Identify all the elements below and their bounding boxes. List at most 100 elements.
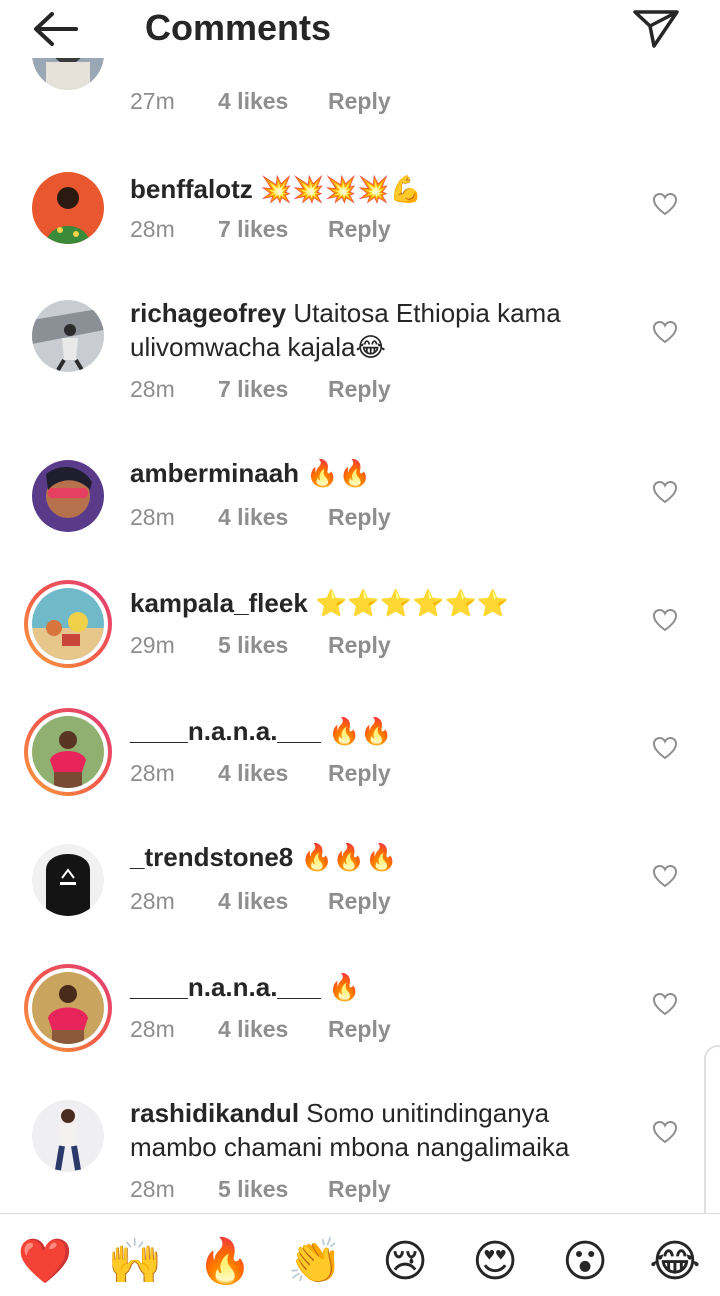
comment-likes[interactable]: 4 likes	[218, 86, 328, 116]
page-title: Comments	[145, 7, 332, 48]
heart-outline-icon	[652, 320, 678, 344]
reply-button[interactable]: Reply	[328, 374, 391, 404]
comment-likes[interactable]: 4 likes	[218, 758, 328, 788]
comment-username[interactable]: richageofrey	[130, 298, 286, 328]
comment-likes[interactable]: 7 likes	[218, 214, 328, 244]
comment-likes[interactable]: 5 likes	[218, 630, 328, 660]
comment-username[interactable]: rashidikandul	[130, 1098, 299, 1128]
comment-text: ____n.a.n.a.___ 🔥	[130, 970, 630, 1005]
avatar	[32, 588, 104, 660]
comment-text: benffalotz 💥💥💥💥💪	[130, 172, 630, 207]
comment-meta: 28m 4 likes Reply	[130, 886, 391, 916]
comment-meta: 28m 7 likes Reply	[130, 214, 391, 244]
comment-likes[interactable]: 7 likes	[218, 374, 328, 404]
comment-meta: 28m 5 likes Reply	[130, 1174, 391, 1204]
comment-time: 28m	[130, 1016, 175, 1042]
comment-username[interactable]: ____n.a.n.a.___	[130, 972, 321, 1002]
like-button[interactable]	[652, 736, 678, 760]
comment-time: 28m	[130, 504, 175, 530]
heart-outline-icon	[652, 736, 678, 760]
heart-outline-icon	[652, 608, 678, 632]
reply-button[interactable]: Reply	[328, 86, 391, 116]
like-button[interactable]	[652, 192, 678, 216]
heart-outline-icon	[652, 864, 678, 888]
like-button[interactable]	[652, 608, 678, 632]
avatar[interactable]	[32, 172, 104, 244]
comment-text: richageofrey Utaitosa Ethiopia kama uliv…	[130, 296, 630, 365]
heart-outline-icon	[652, 992, 678, 1016]
reaction-crying-emoji[interactable]: 😢	[377, 1234, 433, 1290]
reaction-fire-emoji[interactable]: 🔥	[197, 1234, 253, 1290]
comment-emoji: 🔥🔥	[306, 459, 372, 489]
avatar[interactable]	[32, 844, 104, 916]
like-button[interactable]	[652, 480, 678, 504]
comment-time: 27m	[130, 88, 175, 114]
avatar[interactable]	[32, 58, 104, 90]
avatar-story-ring[interactable]	[24, 708, 112, 796]
comment-time: 28m	[130, 216, 175, 242]
comment-time: 28m	[130, 376, 175, 402]
like-button[interactable]	[652, 1120, 678, 1144]
comment-emoji: 🔥🔥🔥	[300, 843, 398, 873]
reaction-heart-eyes-emoji[interactable]: 😍	[467, 1234, 523, 1290]
comment-time: 28m	[130, 1176, 175, 1202]
comment-text: _trendstone8 🔥🔥🔥	[130, 840, 630, 875]
comment-emoji: 🔥	[328, 973, 361, 1003]
comment-emoji: 💥💥💥💥💪	[260, 175, 422, 205]
comment-meta: 27m 4 likes Reply	[130, 86, 391, 116]
reaction-clap-emoji[interactable]: 👏	[287, 1234, 343, 1290]
comment-time: 28m	[130, 888, 175, 914]
reaction-heart-emoji[interactable]: ❤️	[17, 1234, 73, 1290]
comments-list[interactable]: 27m 4 likes Reply benffalotz 💥💥💥💥💪 28m 7 li…	[0, 58, 720, 1213]
reaction-laughing-emoji[interactable]: 😂	[647, 1234, 703, 1290]
comment-time: 28m	[130, 760, 175, 786]
like-button[interactable]	[652, 992, 678, 1016]
top-bar: Comments	[0, 0, 720, 58]
comment-likes[interactable]: 4 likes	[218, 502, 328, 532]
reply-button[interactable]: Reply	[328, 1014, 391, 1044]
comment-meta: 28m 4 likes Reply	[130, 1014, 391, 1044]
comment-text: kampala_fleek ⭐⭐⭐⭐⭐⭐	[130, 586, 630, 621]
avatar-story-ring[interactable]	[24, 964, 112, 1052]
arrow-left-icon	[34, 12, 78, 46]
reaction-raised-hands-emoji[interactable]: 🙌	[107, 1234, 163, 1290]
comment-meta: 29m 5 likes Reply	[130, 630, 391, 660]
reply-button[interactable]: Reply	[328, 630, 391, 660]
like-button[interactable]	[652, 320, 678, 344]
comment-username[interactable]: amberminaah	[130, 458, 299, 488]
comment-meta: 28m 4 likes Reply	[130, 758, 391, 788]
avatar[interactable]	[32, 300, 104, 372]
avatar-story-ring[interactable]	[24, 580, 112, 668]
comment-likes[interactable]: 4 likes	[218, 1014, 328, 1044]
comment-likes[interactable]: 5 likes	[218, 1174, 328, 1204]
comment-username[interactable]: kampala_fleek	[130, 588, 308, 618]
comment-username[interactable]: _trendstone8	[130, 842, 293, 872]
avatar[interactable]	[32, 1100, 104, 1172]
reply-button[interactable]: Reply	[328, 758, 391, 788]
comment-text: ____n.a.n.a.___ 🔥🔥	[130, 714, 630, 749]
avatar	[32, 716, 104, 788]
heart-outline-icon	[652, 1120, 678, 1144]
reply-button[interactable]: Reply	[328, 1174, 391, 1204]
comment-text: rashidikandul Somo unitindinganya mambo …	[130, 1096, 630, 1164]
back-button[interactable]	[30, 8, 82, 50]
avatar[interactable]	[32, 460, 104, 532]
comment-emoji: 🔥🔥	[328, 717, 393, 747]
comment-likes[interactable]: 4 likes	[218, 886, 328, 916]
like-button[interactable]	[652, 864, 678, 888]
avatar	[32, 972, 104, 1044]
comment-time: 29m	[130, 632, 175, 658]
comment-username[interactable]: ____n.a.n.a.___	[130, 716, 321, 746]
comment-emoji: ⭐⭐⭐⭐⭐⭐	[315, 589, 510, 619]
emoji-reaction-bar: ❤️ 🙌 🔥 👏 😢 😍 😮 😂	[0, 1213, 720, 1296]
comment-text: amberminaah 🔥🔥	[130, 456, 630, 491]
share-button[interactable]	[630, 6, 682, 50]
heart-outline-icon	[652, 192, 678, 216]
reply-button[interactable]: Reply	[328, 502, 391, 532]
comment-meta: 28m 4 likes Reply	[130, 502, 391, 532]
reply-button[interactable]: Reply	[328, 214, 391, 244]
paper-plane-icon	[633, 10, 679, 48]
comment-username[interactable]: benffalotz	[130, 174, 253, 204]
reaction-surprised-emoji[interactable]: 😮	[557, 1234, 613, 1290]
reply-button[interactable]: Reply	[328, 886, 391, 916]
